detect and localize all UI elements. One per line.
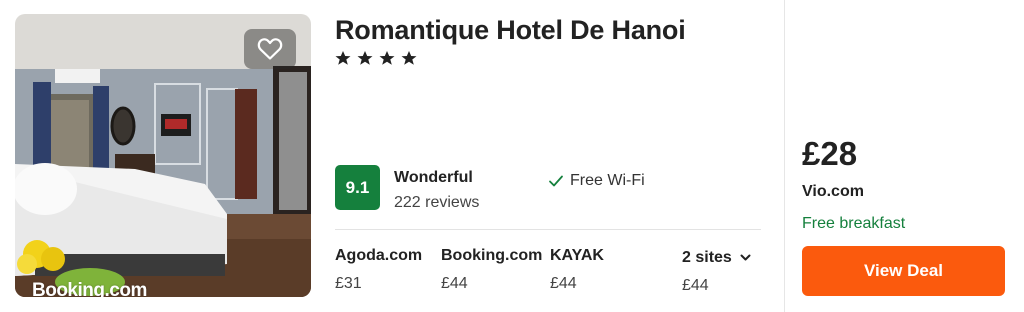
more-sites-price: £44 — [682, 277, 709, 294]
site-price: £44 — [550, 275, 577, 292]
amenity-label: Free Wi-Fi — [570, 172, 645, 189]
site-name: Agoda.com — [335, 247, 423, 264]
site-price-booking[interactable]: Booking.com £44 — [441, 247, 542, 293]
rating-score-badge: 9.1 — [335, 165, 380, 210]
star-icon — [401, 51, 417, 65]
amenity-free-wifi: Free Wi-Fi — [548, 172, 645, 190]
rating-label: Wonderful — [394, 169, 473, 186]
site-price: £31 — [335, 275, 362, 292]
star-icon — [357, 51, 373, 65]
deal-extra: Free breakfast — [802, 215, 906, 232]
deal-site: Vio.com — [802, 183, 864, 200]
deal-price: £28 — [802, 135, 858, 172]
site-price-agoda[interactable]: Agoda.com £31 — [335, 247, 422, 293]
site-price: £44 — [441, 275, 468, 292]
favorite-button[interactable] — [244, 29, 296, 69]
star-rating — [335, 50, 417, 66]
site-name: KAYAK — [550, 247, 604, 264]
heart-outline-icon — [257, 38, 283, 60]
chevron-down-icon — [740, 254, 751, 261]
site-name: Booking.com — [441, 247, 543, 264]
column-separator — [784, 0, 785, 312]
check-icon — [549, 175, 563, 187]
hotel-name[interactable]: Romantique Hotel De Hanoi — [335, 15, 686, 46]
site-price-kayak[interactable]: KAYAK £44 — [550, 247, 604, 293]
image-watermark: Booking.com — [32, 280, 147, 297]
divider — [335, 229, 761, 230]
view-deal-button[interactable]: View Deal — [802, 246, 1005, 296]
review-count[interactable]: 222 reviews — [394, 194, 479, 212]
more-sites-dropdown[interactable]: 2 sites £44 — [682, 249, 751, 295]
hotel-result-card: Booking.com Romantique Hotel De Hanoi 9.… — [0, 0, 1024, 312]
star-icon — [379, 51, 395, 65]
star-icon — [335, 51, 351, 65]
more-sites-label: 2 sites — [682, 249, 732, 266]
